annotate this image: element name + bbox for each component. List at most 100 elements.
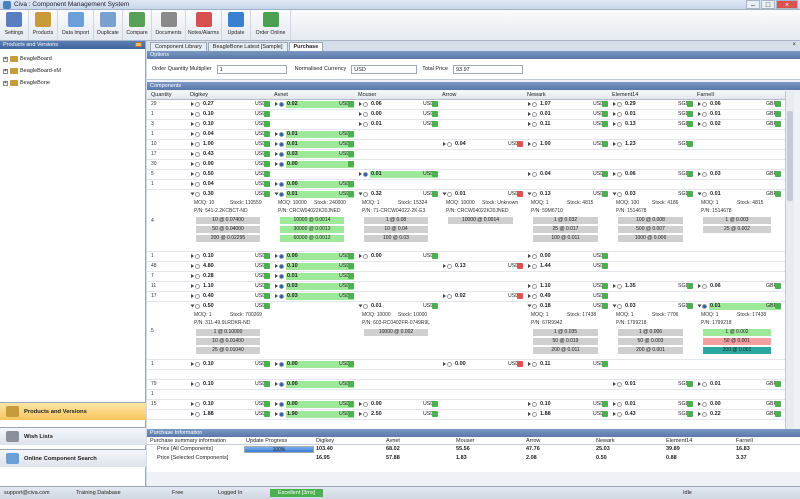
select-radio[interactable] (195, 402, 200, 407)
expand-icon[interactable] (275, 264, 278, 268)
select-radio[interactable] (617, 284, 622, 289)
toolbar-settings-button[interactable]: Settings (0, 10, 29, 40)
column-header[interactable]: Avnet (274, 92, 288, 98)
tab-beaglebone-latest[interactable]: BeagleBone Latest [Sample] (207, 42, 288, 51)
expand-icon[interactable] (275, 284, 278, 288)
column-header[interactable]: Arrow (442, 92, 456, 98)
column-header[interactable]: Digikey (190, 92, 208, 98)
expand-icon[interactable] (613, 172, 616, 176)
select-radio[interactable] (363, 122, 368, 127)
select-radio[interactable] (447, 362, 452, 367)
select-radio[interactable] (363, 112, 368, 117)
collapse-icon[interactable] (358, 304, 363, 308)
collapse-icon[interactable] (527, 192, 532, 196)
expand-icon[interactable] (275, 412, 278, 416)
select-radio[interactable] (195, 102, 200, 107)
expand-icon[interactable] (191, 132, 194, 136)
nav-online-component-search[interactable]: Online Component Search (0, 449, 146, 467)
expand-icon[interactable] (528, 402, 531, 406)
expand-icon[interactable] (191, 162, 194, 166)
expand-icon[interactable] (275, 162, 278, 166)
expand-icon[interactable] (191, 402, 194, 406)
expand-icon[interactable] (443, 362, 446, 366)
toolbar-duplicate-button[interactable]: Duplicate (94, 10, 123, 40)
select-radio[interactable] (279, 132, 284, 137)
select-radio[interactable] (447, 192, 452, 197)
expand-icon[interactable] (698, 284, 701, 288)
select-radio[interactable] (447, 142, 452, 147)
expand-icon[interactable] (191, 294, 194, 298)
expand-icon[interactable] (528, 284, 531, 288)
expand-icon[interactable] (528, 264, 531, 268)
select-radio[interactable] (279, 362, 284, 367)
select-radio[interactable] (279, 294, 284, 299)
select-radio[interactable] (195, 122, 200, 127)
select-radio[interactable] (617, 382, 622, 387)
close-tab-icon[interactable]: × (792, 42, 796, 48)
select-radio[interactable] (195, 132, 200, 137)
expand-icon[interactable] (698, 122, 701, 126)
select-radio[interactable] (447, 264, 452, 269)
expand-icon[interactable] (191, 182, 194, 186)
expand-icon[interactable] (613, 412, 616, 416)
select-radio[interactable] (363, 304, 368, 309)
select-radio[interactable] (617, 412, 622, 417)
close-button[interactable]: × (776, 0, 798, 9)
select-radio[interactable] (195, 142, 200, 147)
select-radio[interactable] (363, 254, 368, 259)
expand-icon[interactable] (528, 294, 531, 298)
collapse-icon[interactable] (612, 304, 617, 308)
select-radio[interactable] (702, 172, 707, 177)
expand-icon[interactable] (613, 402, 616, 406)
expand-icon[interactable] (191, 152, 194, 156)
tree-node[interactable]: + BeagleBoard-xM (3, 65, 142, 77)
select-radio[interactable] (279, 152, 284, 157)
collapse-icon[interactable] (274, 192, 279, 196)
select-radio[interactable] (279, 142, 284, 147)
select-radio[interactable] (447, 294, 452, 299)
select-radio[interactable] (702, 304, 707, 309)
column-header[interactable]: Element14 (612, 92, 638, 98)
collapse-icon[interactable] (442, 192, 447, 196)
select-radio[interactable] (279, 162, 284, 167)
select-radio[interactable] (617, 142, 622, 147)
select-radio[interactable] (195, 382, 200, 387)
select-radio[interactable] (702, 122, 707, 127)
toolbar-products-button[interactable]: Products (29, 10, 58, 40)
select-radio[interactable] (702, 402, 707, 407)
expand-icon[interactable] (191, 112, 194, 116)
select-radio[interactable] (532, 254, 537, 259)
minimize-button[interactable]: – (746, 0, 760, 9)
select-radio[interactable] (532, 284, 537, 289)
collapse-icon[interactable] (527, 304, 532, 308)
select-radio[interactable] (279, 182, 284, 187)
expand-icon[interactable] (191, 284, 194, 288)
column-header[interactable]: Quantity (151, 92, 171, 98)
toolbar-data-import-button[interactable]: Data Import (58, 10, 94, 40)
expand-icon[interactable] (359, 412, 362, 416)
expand-icon[interactable] (528, 112, 531, 116)
maximize-button[interactable]: □ (761, 0, 775, 9)
collapse-icon[interactable] (697, 304, 702, 308)
expand-icon[interactable] (613, 284, 616, 288)
select-radio[interactable] (195, 294, 200, 299)
select-radio[interactable] (617, 304, 622, 309)
expand-icon[interactable] (359, 112, 362, 116)
column-header[interactable]: Newark (527, 92, 546, 98)
expand-icon[interactable] (698, 402, 701, 406)
collapse-icon[interactable] (190, 304, 195, 308)
select-radio[interactable] (532, 294, 537, 299)
expand-icon[interactable] (528, 254, 531, 258)
expand-icon[interactable] (359, 402, 362, 406)
tab-component-library[interactable]: Component Library (150, 42, 207, 51)
expand-icon[interactable] (698, 412, 701, 416)
select-radio[interactable] (617, 102, 622, 107)
tree-node[interactable]: + BeagleBoard (3, 53, 142, 65)
expand-icon[interactable] (275, 362, 278, 366)
expand-icon[interactable] (191, 254, 194, 258)
select-radio[interactable] (617, 112, 622, 117)
qty-multiplier-input[interactable]: 1 (216, 64, 287, 74)
expand-icon[interactable] (528, 362, 531, 366)
column-header[interactable]: Farnell (697, 92, 714, 98)
collapse-icon[interactable] (612, 192, 617, 196)
